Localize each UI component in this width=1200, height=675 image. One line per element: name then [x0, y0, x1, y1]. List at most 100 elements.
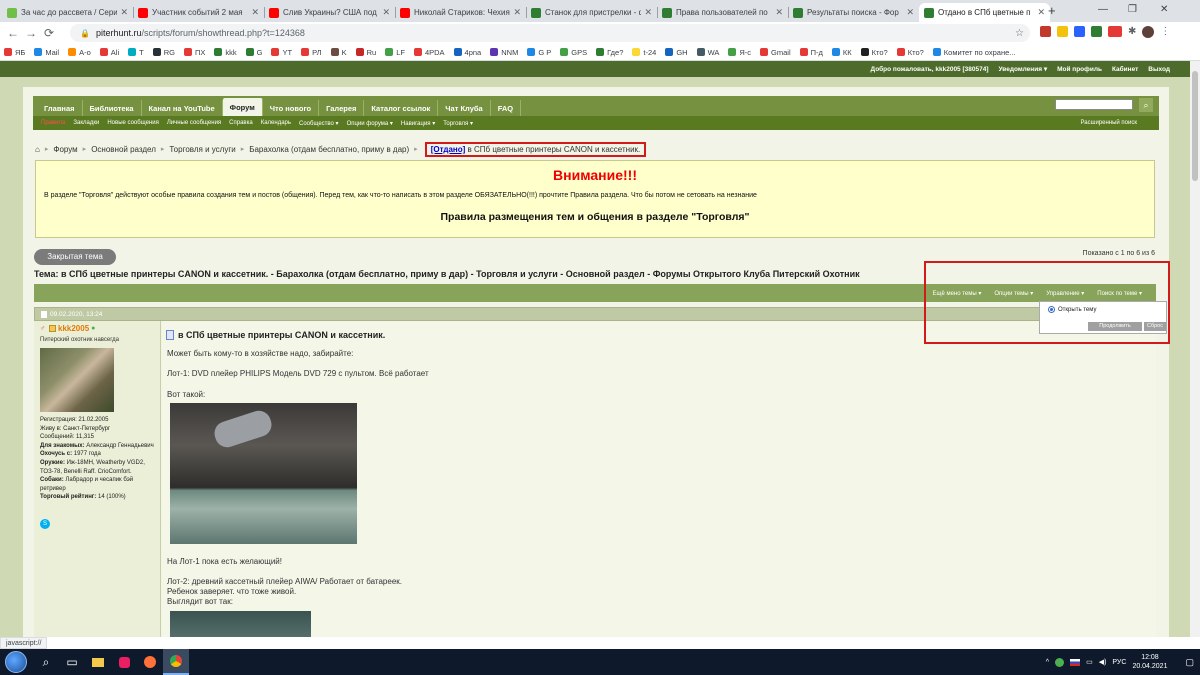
sub-nav-link[interactable]: Торговля ▾ — [443, 120, 473, 127]
breadcrumb-link[interactable]: Торговля и услуги — [169, 145, 235, 154]
continue-button[interactable]: Продолжить — [1088, 322, 1142, 331]
sub-nav-link[interactable]: Навигация ▾ — [401, 120, 435, 127]
nav-tab[interactable]: Каталог ссылок — [364, 100, 439, 116]
nav-tab[interactable]: FAQ — [491, 100, 522, 116]
close-icon[interactable]: ✕ — [513, 7, 521, 18]
close-icon[interactable]: ✕ — [1037, 7, 1045, 18]
home-icon[interactable]: ⌂ — [35, 145, 40, 154]
sub-nav-link[interactable]: Личные сообщения — [167, 120, 221, 126]
bookmark-item[interactable]: Ru — [355, 48, 376, 57]
bookmark-item[interactable]: WA — [696, 48, 719, 57]
rules-link[interactable]: Правила размещения тем и общения в разде… — [36, 211, 1154, 223]
page-scrollbar[interactable] — [1190, 61, 1200, 637]
user-bar-link[interactable]: Уведомления ▾ — [999, 65, 1048, 73]
tray-app-icon[interactable] — [1055, 657, 1065, 667]
bookmark-item[interactable]: G — [245, 48, 262, 57]
avatar[interactable] — [1142, 26, 1155, 38]
close-icon[interactable]: ✕ — [775, 7, 783, 18]
bookmark-item[interactable]: Я-с — [728, 48, 751, 57]
bookmark-item[interactable]: П-д — [799, 48, 823, 57]
breadcrumb-link[interactable]: Форум — [53, 145, 77, 154]
notification-icon[interactable]: ▢ — [1185, 657, 1194, 668]
browser-tab[interactable]: Станок для пристрелки - ф ✕ — [526, 3, 657, 22]
reload-icon[interactable]: ⟳ — [40, 26, 58, 40]
sub-nav-link[interactable]: Правила — [41, 120, 65, 126]
back-icon[interactable]: ← — [4, 26, 22, 40]
bookmark-item[interactable]: t-24 — [632, 48, 656, 57]
bookmark-item[interactable]: GH — [665, 48, 688, 57]
nav-tab[interactable]: Канал на YouTube — [142, 100, 223, 116]
extension-icon[interactable] — [1108, 26, 1122, 37]
bookmark-item[interactable]: Кто? — [860, 48, 888, 57]
user-bar-link[interactable]: Выход — [1148, 66, 1170, 73]
flag-icon[interactable] — [1070, 658, 1081, 666]
close-icon[interactable]: ✕ — [120, 7, 128, 18]
bookmark-item[interactable]: ПХ — [183, 48, 205, 57]
chevron-up-icon[interactable]: ^ — [1046, 659, 1049, 666]
sub-nav-link[interactable]: Сообщество ▾ — [299, 120, 339, 127]
breadcrumb-link[interactable]: Основной раздел — [91, 145, 156, 154]
new-tab-button[interactable]: + — [1048, 3, 1056, 18]
app-icon[interactable] — [111, 649, 137, 675]
bookmark-item[interactable]: K — [330, 48, 347, 57]
avatar[interactable] — [40, 348, 114, 412]
browser-tab[interactable]: Участник событий 2 мая ✕ — [133, 3, 264, 22]
cassette-player-photo[interactable] — [170, 611, 311, 637]
maximize-icon[interactable]: ❐ — [1128, 4, 1137, 15]
bookmark-item[interactable]: РЛ — [301, 48, 322, 57]
sub-nav-link[interactable]: Новые сообщения — [107, 120, 158, 126]
close-icon[interactable]: ✕ — [644, 7, 652, 18]
nav-tab[interactable]: Главная — [37, 100, 83, 116]
bookmark-item[interactable]: ЯБ — [4, 48, 25, 57]
nav-tab[interactable]: Галерея — [319, 100, 365, 116]
user-bar-link[interactable]: Кабинет — [1112, 66, 1138, 73]
address-bar[interactable]: 🔒 piterhunt.ru/scripts/forum/showthread.… — [70, 24, 1030, 42]
clock[interactable]: 12:08 20.04.2021 — [1132, 653, 1167, 671]
bookmark-item[interactable]: RG — [152, 48, 175, 57]
radio-icon[interactable] — [1048, 306, 1055, 313]
close-icon[interactable]: ✕ — [906, 7, 914, 18]
skype-icon[interactable]: S — [40, 519, 50, 529]
extension-icon[interactable] — [1040, 26, 1051, 37]
browser-tab[interactable]: Права пользователей по ✕ — [657, 3, 788, 22]
user-bar-link[interactable]: Добро пожаловать, kkk2005 [380574] — [870, 66, 988, 73]
search-icon[interactable]: ⌕ — [1139, 98, 1153, 112]
dvd-player-photo[interactable] — [170, 403, 357, 544]
task-view-icon[interactable]: ▭ — [59, 649, 85, 675]
sub-nav-link[interactable]: Опции форума ▾ — [347, 120, 393, 127]
bookmark-item[interactable]: G P — [527, 48, 551, 57]
forward-icon[interactable]: → — [22, 26, 40, 40]
browser-tab[interactable]: Николай Стариков: Чехия ✕ — [395, 3, 526, 22]
file-explorer-icon[interactable] — [85, 649, 111, 675]
bookmark-item[interactable]: Ali — [99, 48, 119, 57]
browser-tab[interactable]: Результаты поиска - Фор ✕ — [788, 3, 919, 22]
bookmark-item[interactable]: A-o — [68, 48, 91, 57]
chrome-icon[interactable] — [163, 649, 189, 675]
bookmark-item[interactable]: Кто? — [896, 48, 924, 57]
puzzle-icon[interactable]: ✱ — [1128, 26, 1136, 38]
nav-tab[interactable]: Чат Клуба — [438, 100, 491, 116]
close-window-icon[interactable]: ✕ — [1160, 4, 1168, 15]
sub-nav-link[interactable]: Закладки — [73, 120, 99, 126]
breadcrumb-link[interactable]: Барахолка (отдам бесплатно, приму в дар) — [249, 145, 409, 154]
bookmark-item[interactable]: kkk — [214, 48, 237, 57]
advanced-search-link[interactable]: Расширенный поиск — [1081, 120, 1138, 126]
scrollbar-thumb[interactable] — [1192, 71, 1198, 181]
browser-tab[interactable]: Слив Украины? США под ✕ — [264, 3, 395, 22]
nav-tab[interactable]: Форум — [222, 98, 263, 116]
browser-tab[interactable]: Отдано в СПб цветные п ✕ — [919, 3, 1050, 22]
reset-button[interactable]: Сброс — [1144, 322, 1166, 331]
bookmark-item[interactable]: LF — [385, 48, 405, 57]
username[interactable]: kkk2005 — [58, 324, 89, 333]
browser-tab[interactable]: За час до рассвета / Серия ✕ — [2, 3, 133, 22]
bookmark-item[interactable]: NNM — [490, 48, 518, 57]
open-thread-option[interactable]: Открыть тему — [1048, 306, 1096, 313]
search-icon[interactable]: ⌕ — [33, 649, 59, 675]
bookmark-item[interactable]: Где? — [596, 48, 623, 57]
menu-icon[interactable]: ⋮ — [1160, 26, 1170, 38]
bookmark-item[interactable]: Mail — [34, 48, 59, 57]
language-indicator[interactable]: РУС — [1112, 659, 1126, 666]
extension-icon[interactable] — [1091, 26, 1102, 37]
firefox-icon[interactable] — [137, 649, 163, 675]
volume-icon[interactable]: ◀) — [1099, 658, 1107, 666]
